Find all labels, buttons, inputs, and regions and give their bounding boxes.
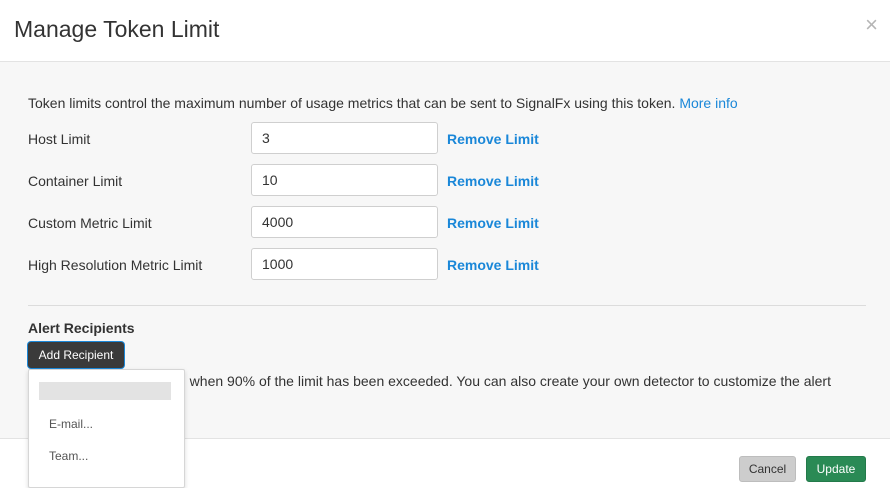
intro-description: Token limits control the maximum number … [28,95,676,111]
custom-metric-limit-input[interactable] [251,206,438,238]
cancel-button[interactable]: Cancel [739,456,796,482]
container-limit-label: Container Limit [28,173,123,189]
high-res-limit-input[interactable] [251,248,438,280]
dialog-header: Manage Token Limit × [0,0,890,62]
recipient-dropdown-menu: E-mail... Team... [28,369,185,488]
container-remove-limit-link[interactable]: Remove Limit [447,173,539,189]
custom-metric-limit-label: Custom Metric Limit [28,215,152,231]
dropdown-search-field[interactable] [39,382,171,400]
add-recipient-button[interactable]: Add Recipient [28,342,124,368]
dropdown-item-team[interactable]: Team... [49,449,88,463]
dialog-title: Manage Token Limit [14,16,220,42]
container-limit-input[interactable] [251,164,438,196]
more-info-link[interactable]: More info [679,95,737,111]
container-limit-row: Container Limit Remove Limit [28,164,568,198]
custom-metric-remove-limit-link[interactable]: Remove Limit [447,215,539,231]
host-remove-limit-link[interactable]: Remove Limit [447,131,539,147]
high-res-remove-limit-link[interactable]: Remove Limit [447,257,539,273]
section-divider [28,305,866,306]
high-res-limit-label: High Resolution Metric Limit [28,257,203,273]
update-button[interactable]: Update [806,456,866,482]
host-limit-row: Host Limit Remove Limit [28,122,568,156]
high-res-limit-row: High Resolution Metric Limit Remove Limi… [28,248,568,282]
dropdown-item-email[interactable]: E-mail... [49,417,93,431]
host-limit-label: Host Limit [28,131,91,147]
close-icon[interactable]: × [865,14,878,36]
alert-note-text: d when 90% of the limit has been exceede… [178,373,831,389]
host-limit-input[interactable] [251,122,438,154]
alert-recipients-heading: Alert Recipients [28,320,135,336]
custom-metric-limit-row: Custom Metric Limit Remove Limit [28,206,568,240]
intro-text: Token limits control the maximum number … [28,95,738,111]
